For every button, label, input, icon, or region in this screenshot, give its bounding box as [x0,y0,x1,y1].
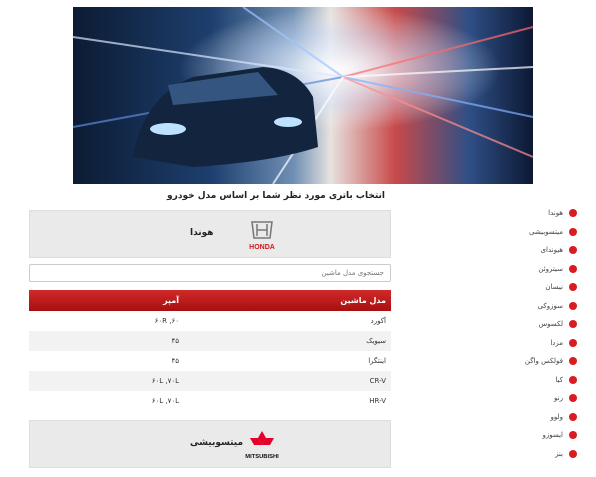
sidebar-item-label: فولکس واگن [524,357,563,365]
bullet-icon [569,394,577,402]
mitsubishi-logo-icon: MITSUBISHI [245,431,279,460]
sidebar-item-suzuki[interactable]: سوزوکی [505,298,585,317]
sidebar-item-mazda[interactable]: مزدا [505,335,585,354]
sidebar-item-renault[interactable]: رنو [505,390,585,409]
sidebar-item-lexus[interactable]: لکسوس [505,316,585,335]
model-cell: CR-V [369,377,386,385]
model-cell: HR-V [369,397,386,405]
sidebar-item-label: میتسوبیشی [529,227,563,236]
sidebar-item-label: مزدا [550,338,563,347]
model-cell: اینتگرا [368,357,386,365]
sidebar-item-hyundai[interactable]: هیوندای [505,242,585,261]
bullet-icon [569,449,577,458]
bullet-icon [569,264,577,273]
table-header: مدل ماشین آمپر [29,290,391,311]
sidebar-item-volvo[interactable]: ولوو [505,409,585,428]
honda-logo-icon: HONDA [249,221,275,251]
column-amp-header: آمپر [163,296,179,305]
sidebar-item-citroen[interactable]: سیتروئن [505,261,585,280]
bullet-icon [569,338,577,347]
bullet-icon [569,209,577,217]
sidebar-item-label: نیسان [545,283,563,291]
sidebar-item-label: سیتروئن [538,264,563,273]
amp-cell: ۴۵ [171,337,179,345]
table-row: آکورد ۶۰R ,۶۰ [29,311,391,331]
amp-cell: ۶۰R ,۶۰ [154,317,179,325]
table-row: سیویک ۴۵ [29,331,391,351]
brand-card-honda[interactable]: هوندا HONDA [29,210,391,258]
bullet-icon [569,431,577,439]
sidebar-item-benz[interactable]: بنز [505,446,585,465]
model-cell: آکورد [370,317,386,325]
hero-banner [73,7,533,184]
battery-table: مدل ماشین آمپر آکورد ۶۰R ,۶۰ سیویک ۴۵ ای… [29,290,391,411]
amp-cell: ۴۵ [171,357,179,365]
page-title: انتخاب باتری مورد نظر شما بر اساس مدل خو… [167,191,385,201]
brand-name: هوندا [190,228,214,238]
column-model-header: مدل ماشین [340,296,386,305]
sidebar-item-volkswagen[interactable]: فولکس واگن [505,353,585,372]
svg-text:MITSUBISHI: MITSUBISHI [245,454,279,460]
bullet-icon [569,246,577,254]
brand-card-mitsubishi[interactable]: میتسوبیشی MITSUBISHI [29,420,391,468]
sidebar-item-label: ولوو [550,412,563,421]
bullet-icon [569,301,577,310]
sidebar-item-label: ایسوزو [542,431,563,439]
brand-name: میتسوبیشی [190,438,244,448]
amp-cell: ۶۰L ,۷۰L [151,377,179,385]
sidebar-item-label: سوزوکی [537,301,563,310]
bullet-icon [569,283,577,291]
sidebar-item-isuzu[interactable]: ایسوزو [505,427,585,446]
bullet-icon [569,412,577,421]
sidebar-item-label: هیوندای [540,246,563,254]
table-row: CR-V ۶۰L ,۷۰L [29,371,391,391]
svg-text:HONDA: HONDA [249,244,275,251]
sidebar-item-honda[interactable]: هوندا [505,205,585,224]
bullet-icon [569,320,577,328]
car-image [73,7,533,184]
sidebar-item-label: لکسوس [538,320,563,328]
table-row: اینتگرا ۴۵ [29,351,391,371]
sidebar-item-kia[interactable]: کیا [505,372,585,391]
sidebar-item-label: رنو [554,394,563,402]
sidebar-item-mitsubishi[interactable]: میتسوبیشی [505,224,585,243]
model-cell: سیویک [366,337,386,345]
search-input[interactable] [29,264,391,282]
bullet-icon [569,227,577,236]
sidebar-item-label: کیا [555,375,563,384]
sidebar-item-nissan[interactable]: نیسان [505,279,585,298]
sidebar-brand-list: هوندا میتسوبیشی هیوندای سیتروئن نیسان سو… [505,205,585,464]
bullet-icon [569,375,577,384]
bullet-icon [569,357,577,365]
sidebar-item-label: بنز [555,449,563,458]
sidebar-item-label: هوندا [548,209,563,217]
table-row: HR-V ۶۰L ,۷۰L [29,391,391,411]
amp-cell: ۶۰L ,۷۰L [151,397,179,405]
